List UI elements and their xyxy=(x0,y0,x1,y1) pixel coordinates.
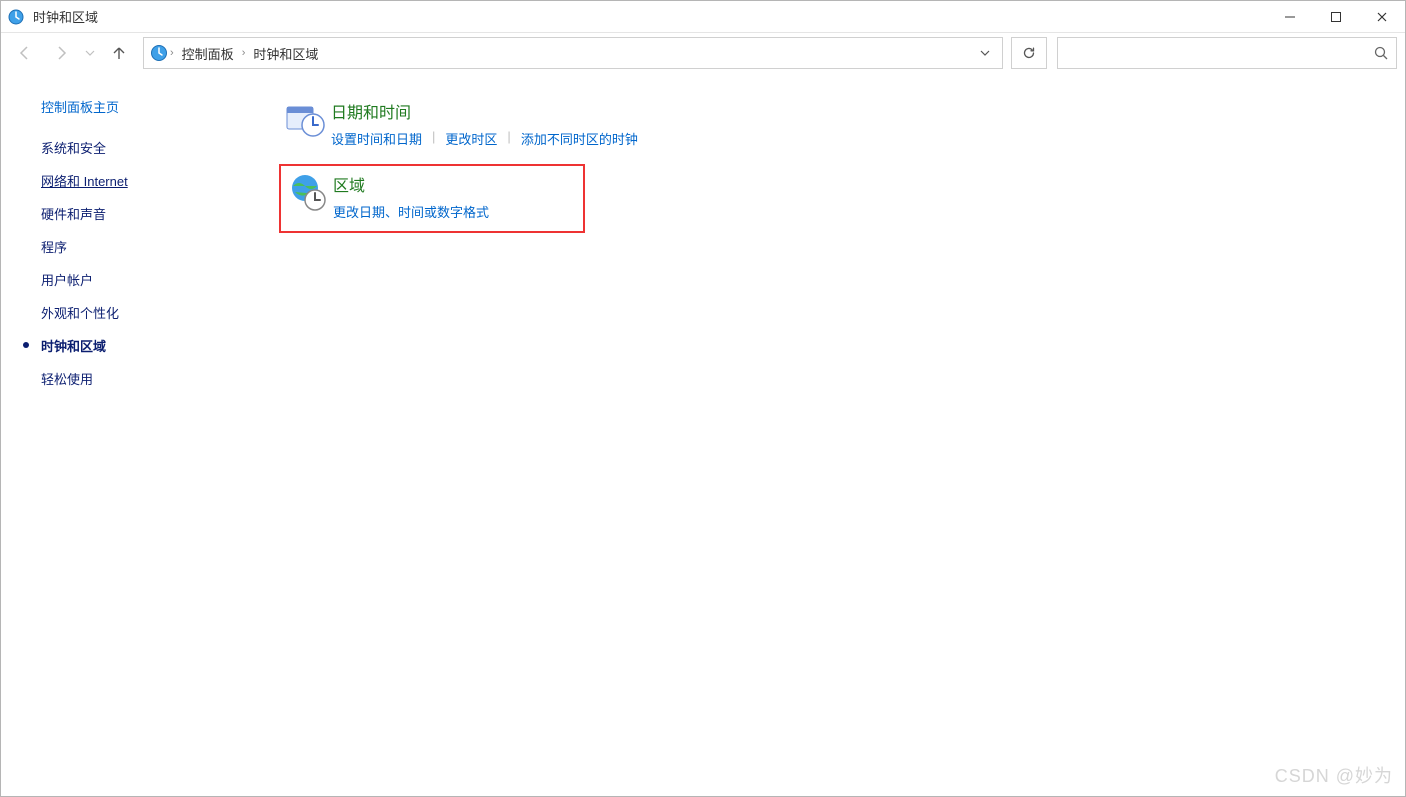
navigation-bar: › 控制面板 › 时钟和区域 xyxy=(1,33,1405,73)
category-region: 区域 更改日期、时间或数字格式 xyxy=(279,164,585,233)
category-title-region[interactable]: 区域 xyxy=(333,172,489,196)
sidebar: 控制面板主页 系统和安全 网络和 Internet 硬件和声音 程序 用户帐户 … xyxy=(1,73,261,796)
search-input[interactable] xyxy=(1057,37,1397,69)
category-title-date-time[interactable]: 日期和时间 xyxy=(331,99,638,123)
close-button[interactable] xyxy=(1359,1,1405,33)
sidebar-item-system-security[interactable]: 系统和安全 xyxy=(41,138,261,157)
forward-button[interactable] xyxy=(45,37,77,69)
link-add-other-timezone-clocks[interactable]: 添加不同时区的时钟 xyxy=(521,129,638,148)
separator: | xyxy=(432,129,435,148)
breadcrumb-item[interactable]: 时钟和区域 xyxy=(247,42,324,65)
sidebar-item-ease-of-access[interactable]: 轻松使用 xyxy=(41,369,261,388)
back-button[interactable] xyxy=(9,37,41,69)
sidebar-item-appearance[interactable]: 外观和个性化 xyxy=(41,303,261,322)
content-area: 控制面板主页 系统和安全 网络和 Internet 硬件和声音 程序 用户帐户 … xyxy=(1,73,1405,796)
sidebar-item-user-accounts[interactable]: 用户帐户 xyxy=(41,270,261,289)
chevron-right-icon: › xyxy=(168,47,176,59)
breadcrumb-item[interactable]: 控制面板 xyxy=(176,42,240,65)
sidebar-item-hardware-sound[interactable]: 硬件和声音 xyxy=(41,204,261,223)
link-change-timezone[interactable]: 更改时区 xyxy=(445,129,497,148)
recent-locations-button[interactable] xyxy=(81,37,99,69)
category-date-time: 日期和时间 设置时间和日期 | 更改时区 | 添加不同时区的时钟 xyxy=(279,93,1405,158)
control-panel-home-link[interactable]: 控制面板主页 xyxy=(41,97,261,116)
link-change-date-time-number-format[interactable]: 更改日期、时间或数字格式 xyxy=(333,202,489,221)
search-icon xyxy=(1374,46,1388,60)
chevron-right-icon: › xyxy=(240,47,248,59)
window-controls xyxy=(1267,1,1405,33)
sidebar-item-network-internet[interactable]: 网络和 Internet xyxy=(41,171,261,190)
maximize-button[interactable] xyxy=(1313,1,1359,33)
minimize-button[interactable] xyxy=(1267,1,1313,33)
link-set-time-date[interactable]: 设置时间和日期 xyxy=(331,129,422,148)
region-icon xyxy=(287,172,327,212)
window-title: 时钟和区域 xyxy=(33,7,98,26)
up-button[interactable] xyxy=(103,37,135,69)
sidebar-item-programs[interactable]: 程序 xyxy=(41,237,261,256)
title-bar: 时钟和区域 xyxy=(1,1,1405,33)
clock-region-app-icon xyxy=(7,8,25,26)
sidebar-item-clock-region[interactable]: 时钟和区域 xyxy=(41,336,261,355)
date-time-icon xyxy=(285,99,325,139)
address-dropdown-button[interactable] xyxy=(972,40,998,66)
main-panel: 日期和时间 设置时间和日期 | 更改时区 | 添加不同时区的时钟 xyxy=(261,73,1405,796)
clock-region-icon xyxy=(150,44,168,62)
refresh-button[interactable] xyxy=(1011,37,1047,69)
address-bar[interactable]: › 控制面板 › 时钟和区域 xyxy=(143,37,1003,69)
separator: | xyxy=(507,129,510,148)
